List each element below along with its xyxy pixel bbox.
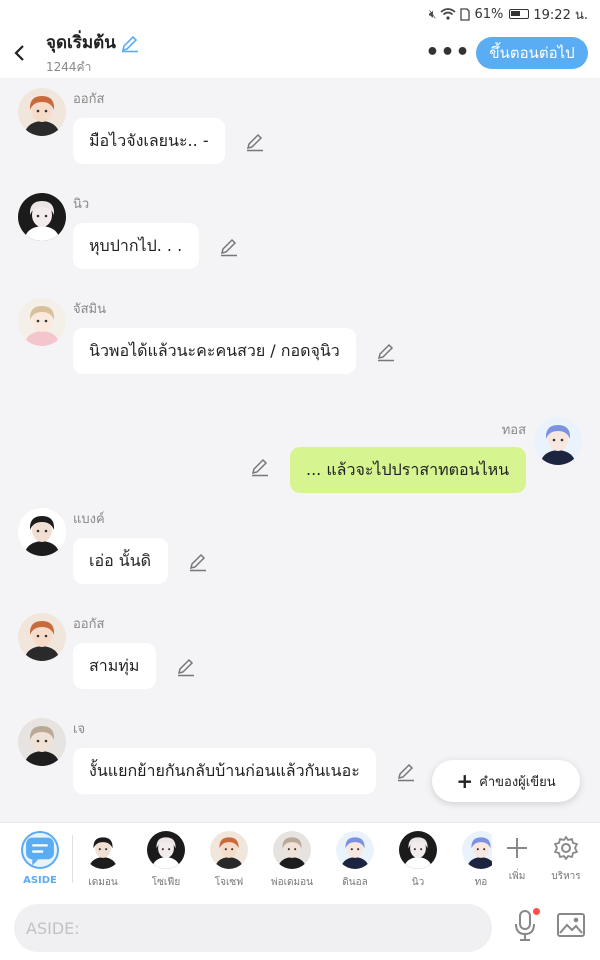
header: จุดเริ่มต้น 1244คำ ••• ขึ้นตอนต่อไป: [0, 28, 600, 78]
sender-name: นิว: [73, 197, 90, 212]
avatar[interactable]: [18, 718, 66, 766]
status-bar: 🔇︎ 61% 19:22 น.: [0, 0, 600, 28]
avatar[interactable]: [534, 417, 582, 465]
character-avatar: [273, 831, 311, 869]
avatar[interactable]: [18, 88, 66, 136]
message-bubble[interactable]: นิวพอได้แล้วนะคะคนสวย / กอดจุนิว: [73, 328, 356, 374]
pencil-icon[interactable]: [120, 33, 140, 53]
battery-percent: 61%: [474, 6, 504, 22]
message-bubble[interactable]: หุบปากไป. . .: [73, 223, 199, 269]
pencil-icon[interactable]: [245, 132, 265, 152]
recording-dot: [533, 908, 540, 915]
author-note-label: คำของผู้เขียน: [479, 774, 556, 790]
message-bubble[interactable]: ... แล้วจะไปปราสาทตอนไหน: [290, 447, 526, 493]
add-character-button[interactable]: เพิ่ม: [492, 831, 542, 884]
add-label: เพิ่ม: [508, 871, 526, 882]
character-name: โจเซฟ: [214, 877, 244, 888]
character-avatar: [147, 831, 185, 869]
message-bubble[interactable]: สามทุ่ม: [73, 643, 156, 689]
plus-icon: [502, 831, 532, 865]
character-avatar: [84, 831, 122, 869]
title-block: จุดเริ่มต้น 1244คำ: [46, 29, 140, 77]
chevron-left-icon: [14, 45, 24, 61]
gear-icon: [551, 831, 581, 865]
character-item[interactable]: เดมอน: [73, 831, 133, 890]
character-avatar: [210, 831, 248, 869]
avatar[interactable]: [18, 298, 66, 346]
sender-name: ออกัส: [73, 92, 105, 107]
sim-icon: [460, 7, 471, 21]
plus-icon: +: [456, 769, 474, 793]
character-name: ทอ: [474, 877, 488, 888]
clock: 19:22 น.: [533, 7, 588, 23]
word-count: 1244คำ: [46, 60, 92, 74]
pencil-icon[interactable]: [219, 237, 239, 257]
character-item[interactable]: พ่อเดมอน: [262, 831, 322, 890]
character-name: เดมอน: [88, 877, 118, 888]
character-name: นิว: [411, 877, 425, 888]
more-options-icon[interactable]: •••: [425, 38, 469, 66]
message-bubble[interactable]: งั้นแยกย้ายกันกลับบ้านก่อนแล้วกันเนอะ: [73, 748, 376, 794]
character-name: ASIDE: [23, 875, 57, 886]
pencil-icon[interactable]: [396, 762, 416, 782]
pencil-icon[interactable]: [250, 457, 270, 477]
character-aside[interactable]: ASIDE: [10, 831, 70, 886]
message-bubble[interactable]: มือไวจังเลยนะ.. -: [73, 118, 225, 164]
back-button[interactable]: [0, 33, 38, 73]
page-title: จุดเริ่มต้น: [46, 33, 116, 53]
divider: [72, 835, 73, 883]
character-item[interactable]: โซเฟีย: [136, 831, 196, 890]
avatar[interactable]: [18, 508, 66, 556]
character-name: พ่อเดมอน: [271, 877, 313, 888]
message-bubble[interactable]: เอ่อ นั้นดิ: [73, 538, 168, 584]
character-item[interactable]: โจเซฟ: [199, 831, 259, 890]
character-name: ดินอล: [342, 877, 368, 888]
chat-area[interactable]: ออกัส มือไวจังเลยนะ.. - นิว หุบปากไป. . …: [0, 78, 600, 822]
character-avatar: [21, 831, 59, 869]
character-bar: ASIDE เดมอน โซเฟีย โจเซฟ พ่อเดมอน ดินอล …: [0, 822, 600, 896]
character-item[interactable]: ดินอล: [325, 831, 385, 890]
battery-icon: [509, 9, 530, 19]
sender-name: แบงค์: [73, 512, 105, 527]
manage-button[interactable]: บริหาร: [541, 831, 591, 884]
avatar[interactable]: [18, 193, 66, 241]
wifi-icon: [440, 8, 456, 20]
character-avatar: [336, 831, 374, 869]
character-item[interactable]: นิว: [388, 831, 448, 890]
next-step-button[interactable]: ขึ้นตอนต่อไป: [476, 37, 588, 69]
character-avatar: [399, 831, 437, 869]
input-bar: [0, 896, 600, 960]
image-icon[interactable]: [556, 910, 586, 940]
author-note-button[interactable]: + คำของผู้เขียน: [432, 760, 580, 802]
mute-icon: 🔇︎: [428, 6, 437, 21]
chat-bubble-icon: [26, 837, 54, 866]
message-input[interactable]: [14, 904, 492, 952]
sender-name: ออกัส: [73, 617, 105, 632]
sender-name: เจ: [73, 722, 86, 737]
character-name: โซเฟีย: [151, 877, 181, 888]
pencil-icon[interactable]: [188, 552, 208, 572]
pencil-icon[interactable]: [176, 657, 196, 677]
manage-label: บริหาร: [551, 871, 581, 882]
sender-name: ทอส: [501, 423, 526, 438]
pencil-icon[interactable]: [376, 342, 396, 362]
avatar[interactable]: [18, 613, 66, 661]
sender-name: จัสมิน: [73, 302, 107, 317]
